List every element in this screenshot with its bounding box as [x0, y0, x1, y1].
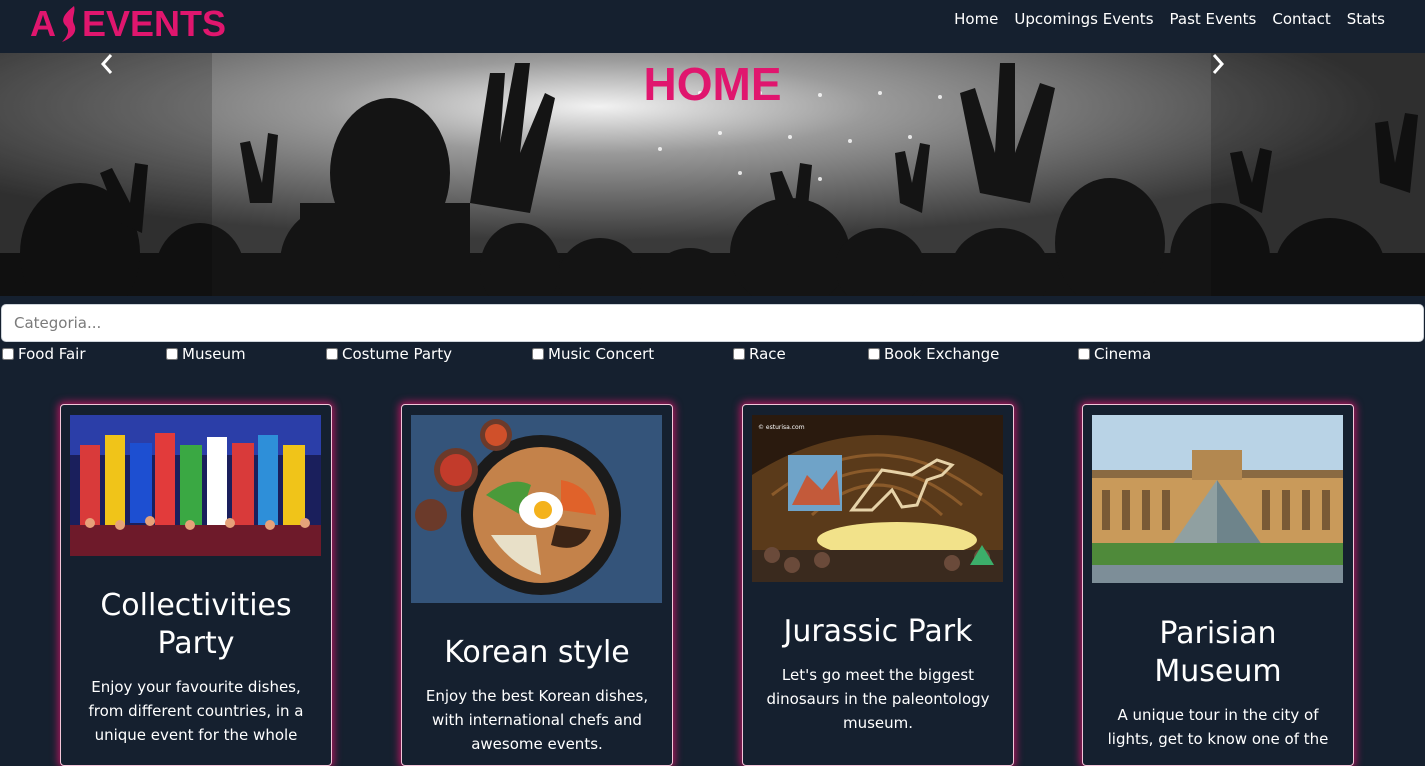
event-description: Enjoy your favourite dishes, from differ…	[81, 675, 311, 747]
category-label: Music Concert	[548, 345, 655, 363]
event-description-line: awesome events.	[471, 735, 603, 753]
event-description-line: Let's go meet the biggest	[781, 666, 975, 684]
brand-logo[interactable]: A EVENTS	[30, 2, 226, 46]
event-description-line: from different countries, in a	[88, 702, 304, 720]
category-checkbox[interactable]	[2, 348, 14, 360]
event-title-line: Parisian	[1159, 616, 1277, 651]
category-search-input[interactable]	[1, 304, 1424, 342]
category-checkbox[interactable]	[166, 348, 178, 360]
nav-past-events[interactable]: Past Events	[1170, 10, 1257, 28]
category-museum[interactable]: Museum	[164, 345, 246, 363]
event-description-line: unique event for the whole	[94, 726, 298, 744]
event-image-flags	[70, 415, 321, 556]
event-card[interactable]: © esturisa.com Jurassic Park Let's go me…	[742, 404, 1014, 766]
category-label: Costume Party	[342, 345, 452, 363]
event-title: Korean style	[402, 634, 672, 672]
event-description: A unique tour in the city of lights, get…	[1103, 703, 1333, 751]
category-book-exchange[interactable]: Book Exchange	[866, 345, 999, 363]
category-checkbox[interactable]	[868, 348, 880, 360]
event-image-bibimbap	[411, 415, 662, 603]
event-description-line: museum.	[842, 714, 914, 732]
event-title: Jurassic Park	[743, 613, 1013, 651]
event-card[interactable]: Collectivities Party Enjoy your favourit…	[60, 404, 332, 766]
event-description-line: A unique tour in the city of	[1117, 706, 1319, 724]
page-title: HOME	[643, 58, 782, 110]
category-checkbox[interactable]	[326, 348, 338, 360]
event-description-line: lights, get to know one of the	[1107, 730, 1329, 748]
category-race[interactable]: Race	[731, 345, 786, 363]
category-label: Race	[749, 345, 786, 363]
event-description-line: dinosaurs in the paleontology	[766, 690, 990, 708]
event-title-line: Korean style	[444, 635, 630, 670]
nav-upcoming-events[interactable]: Upcomings Events	[1014, 10, 1153, 28]
category-cinema[interactable]: Cinema	[1076, 345, 1151, 363]
category-label: Cinema	[1094, 345, 1152, 363]
event-description-line: Enjoy the best Korean dishes,	[425, 687, 649, 705]
event-image-louvre	[1092, 415, 1343, 583]
main-nav: Home Upcomings Events Past Events Contac…	[954, 10, 1385, 28]
event-description: Let's go meet the biggest dinosaurs in t…	[763, 663, 993, 735]
category-checkbox[interactable]	[1078, 348, 1090, 360]
hero-carousel: HOME	[0, 53, 1425, 296]
nav-home[interactable]: Home	[954, 10, 998, 28]
event-title-line: Jurassic Park	[783, 614, 973, 649]
nav-stats[interactable]: Stats	[1347, 10, 1385, 28]
category-checkbox[interactable]	[733, 348, 745, 360]
category-costume-party[interactable]: Costume Party	[324, 345, 452, 363]
event-description-line: Enjoy your favourite dishes,	[91, 678, 301, 696]
event-image-dinosaur-museum: © esturisa.com	[752, 415, 1003, 582]
event-card[interactable]: Korean style Enjoy the best Korean dishe…	[401, 404, 673, 766]
event-title-line: Collectivities	[100, 588, 292, 623]
event-card[interactable]: Parisian Museum A unique tour in the cit…	[1082, 404, 1354, 766]
brand-name: EVENTS	[82, 3, 227, 44]
event-title: Parisian Museum	[1083, 615, 1353, 691]
category-label: Food Fair	[18, 345, 86, 363]
category-label: Museum	[182, 345, 246, 363]
flame-logo-icon	[62, 6, 76, 42]
category-checkbox[interactable]	[532, 348, 544, 360]
category-food-fair[interactable]: Food Fair	[0, 345, 86, 363]
event-description: Enjoy the best Korean dishes, with inter…	[422, 684, 652, 756]
category-music-concert[interactable]: Music Concert	[530, 345, 654, 363]
event-title: Collectivities Party	[61, 587, 331, 663]
event-title-line: Museum	[1154, 654, 1282, 689]
logo-letter: A	[30, 3, 56, 44]
navbar: A EVENTS Home Upcomings Events Past Even…	[0, 0, 1425, 53]
category-label: Book Exchange	[884, 345, 1000, 363]
event-description-line: with international chefs and	[432, 711, 642, 729]
event-title-line: Party	[157, 626, 235, 661]
nav-contact[interactable]: Contact	[1272, 10, 1330, 28]
image-watermark: © esturisa.com	[758, 424, 805, 431]
category-filter-list: Food Fair Museum Costume Party Music Con…	[0, 345, 1425, 365]
